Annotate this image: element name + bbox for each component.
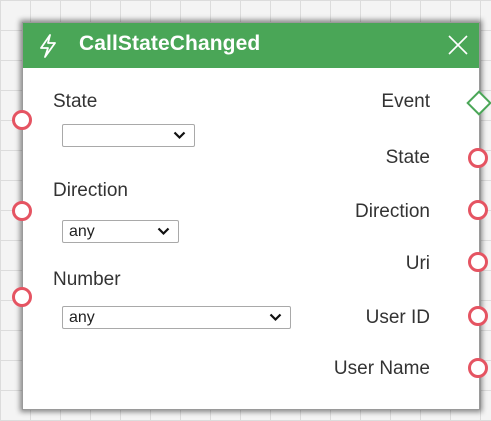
direction-select-value: any bbox=[69, 223, 95, 240]
uri-output-label: Uri bbox=[405, 253, 430, 274]
state-input-port[interactable] bbox=[12, 110, 32, 130]
number-select[interactable]: any bbox=[62, 306, 291, 329]
direction-select[interactable]: any bbox=[62, 220, 179, 243]
call-state-changed-node[interactable]: CallStateChanged State Direction any Num… bbox=[22, 22, 480, 410]
number-input-port[interactable] bbox=[12, 287, 32, 307]
node-title: CallStateChanged bbox=[79, 32, 261, 55]
chevron-down-icon bbox=[157, 227, 170, 236]
uri-output-port[interactable] bbox=[468, 252, 488, 272]
direction-input-port[interactable] bbox=[12, 201, 32, 221]
number-input-label: Number bbox=[53, 269, 121, 290]
state-input-label: State bbox=[53, 91, 98, 112]
chevron-down-icon bbox=[269, 313, 282, 322]
direction-output-label: Direction bbox=[355, 201, 430, 222]
state-output-label: State bbox=[385, 147, 430, 168]
user-id-output-label: User ID bbox=[365, 307, 430, 328]
user-id-output-port[interactable] bbox=[468, 306, 488, 326]
lightning-bolt-icon bbox=[40, 34, 56, 58]
user-name-output-label: User Name bbox=[333, 358, 430, 379]
close-icon[interactable] bbox=[447, 34, 469, 56]
direction-output-port[interactable] bbox=[468, 200, 488, 220]
event-output-label: Event bbox=[381, 91, 430, 112]
number-select-value: any bbox=[69, 309, 95, 326]
chevron-down-icon bbox=[173, 131, 186, 140]
user-name-output-port[interactable] bbox=[468, 358, 488, 378]
state-output-port[interactable] bbox=[468, 148, 488, 168]
direction-input-label: Direction bbox=[53, 180, 128, 201]
state-select[interactable] bbox=[62, 124, 195, 147]
node-header[interactable]: CallStateChanged bbox=[23, 23, 479, 68]
